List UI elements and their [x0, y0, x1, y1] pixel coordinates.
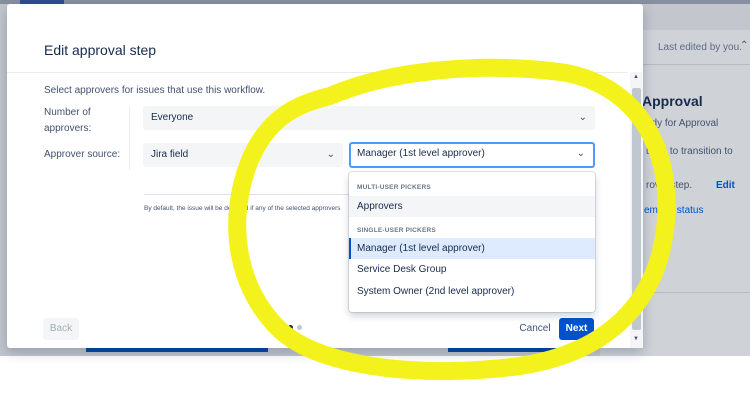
panel-text: ady for Approval [646, 118, 719, 129]
option-service-desk-group[interactable]: Service Desk Group [349, 259, 595, 280]
divider [640, 292, 750, 293]
step-dot [297, 325, 302, 330]
group-heading: SINGLE-USER PICKERS [357, 227, 436, 234]
jira-field-dropdown-menu: MULTI-USER PICKERS Approvers SINGLE-USER… [349, 172, 595, 312]
scroll-up-icon[interactable]: ▲ [633, 74, 639, 80]
screen: Last edited by you. ⌃ Approval ady for A… [0, 0, 750, 398]
panel-heading: Approval [642, 93, 703, 109]
chevron-down-icon: ⌄ [576, 148, 585, 159]
option-system-owner[interactable]: System Owner (2nd level approver) [349, 281, 595, 302]
remove-status-link[interactable]: emove status [644, 205, 703, 216]
number-of-approvers-label: Number of approvers: [44, 107, 92, 134]
default-behavior-hint: By default, the issue will be declined i… [144, 205, 341, 212]
select-value: Everyone [151, 112, 194, 123]
step-dot-active [288, 325, 293, 330]
scroll-down-icon[interactable]: ▼ [633, 336, 639, 342]
next-button[interactable]: Next [559, 318, 594, 340]
jira-field-select[interactable]: Manager (1st level approver) ⌄ [349, 142, 595, 168]
last-edited-text: Last edited by you. [658, 42, 742, 53]
divider [144, 194, 354, 195]
approver-source-select[interactable]: Jira field ⌄ [143, 143, 343, 167]
scrollbar-thumb[interactable] [632, 88, 641, 330]
instruction-text: Select approvers for issues that use thi… [44, 85, 266, 96]
chevron-down-icon: ⌄ [578, 112, 587, 123]
chevron-down-icon: ⌄ [326, 149, 335, 160]
panel-text: roval step. [646, 180, 693, 191]
header-divider [7, 72, 628, 73]
cancel-button[interactable]: Cancel [515, 318, 555, 340]
divider [640, 64, 750, 65]
modal-title: Edit approval step [44, 42, 157, 58]
group-heading: MULTI-USER PICKERS [357, 184, 431, 191]
option-manager[interactable]: Manager (1st level approver) [349, 238, 595, 259]
label-divider [129, 106, 130, 170]
scrollbar[interactable]: ▲ ▼ [630, 72, 643, 348]
select-value: Manager (1st level approver) [357, 148, 485, 159]
select-value: Jira field [151, 149, 189, 160]
option-approvers[interactable]: Approvers [349, 196, 595, 217]
edit-link[interactable]: Edit [716, 180, 735, 191]
back-button[interactable]: Back [43, 318, 79, 340]
number-of-approvers-select[interactable]: Everyone ⌄ [143, 106, 595, 130]
panel-text: uses to transition to [646, 146, 733, 157]
approver-source-label: Approver source: [44, 149, 121, 160]
chevrons-up-icon[interactable]: ⌃ [740, 40, 748, 51]
